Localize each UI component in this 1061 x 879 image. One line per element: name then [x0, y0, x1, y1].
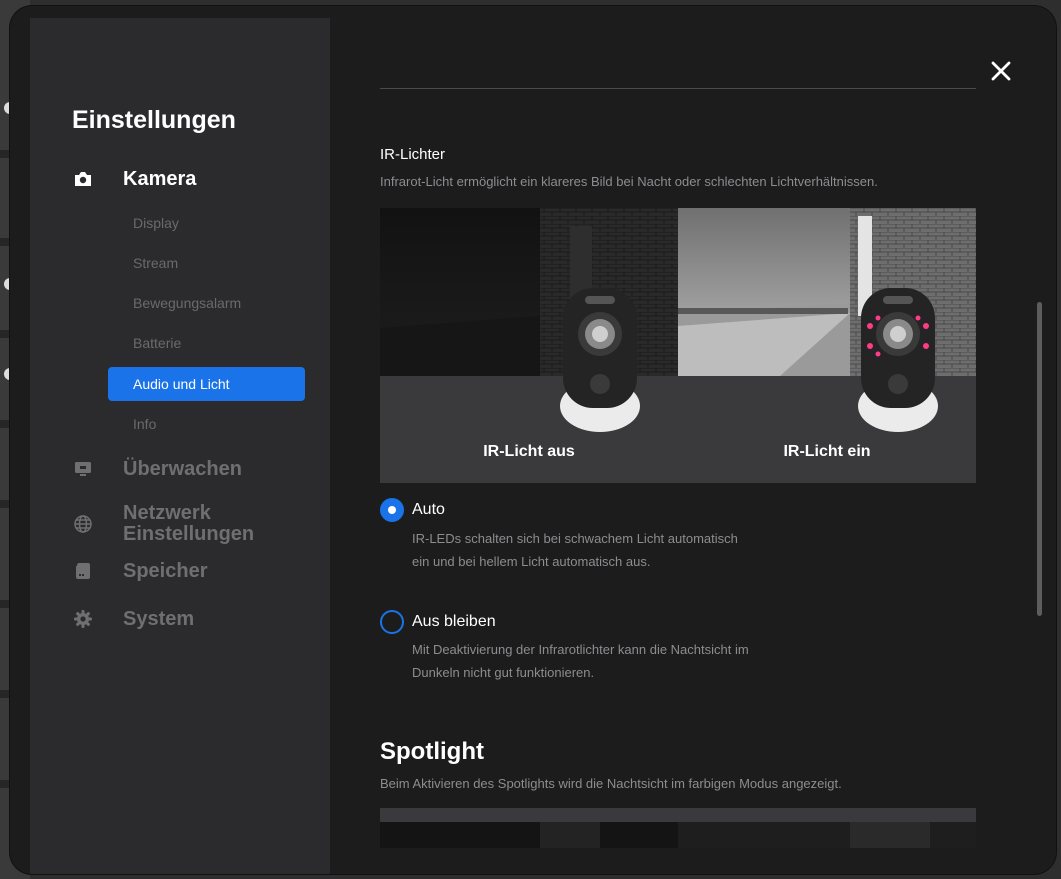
sidebar-item-storage[interactable]: Speicher: [72, 560, 207, 582]
spotlight-description: Beim Aktivieren des Spotlights wird die …: [380, 776, 842, 791]
sidebar-item-label: Netzwerk Einstellungen: [123, 502, 255, 545]
sidebar-item-info[interactable]: Info: [108, 407, 305, 441]
ir-option-off-label: Aus bleiben: [412, 613, 496, 630]
sidebar-item-display[interactable]: Display: [108, 206, 305, 240]
section-divider: [380, 88, 976, 89]
radio-unselected[interactable]: [380, 610, 404, 634]
sidebar-item-label: Überwachen: [123, 457, 242, 480]
ir-section-title: IR-Lichter: [380, 146, 446, 163]
ir-option-auto-label: Auto: [412, 501, 445, 518]
globe-icon: [72, 513, 94, 535]
ir-off-caption: IR-Licht aus: [483, 443, 575, 460]
settings-modal: Einstellungen Kamera Display Stream Bewe…: [10, 6, 1056, 874]
ir-option-auto-description: IR-LEDs schalten sich bei schwachem Lich…: [412, 531, 738, 569]
ir-section-description: Infrarot-Licht ermöglicht ein klareres B…: [380, 174, 878, 189]
ir-comparison-image: IR-Licht aus IR-Licht ein: [380, 208, 976, 483]
sidebar-item-monitoring[interactable]: Überwachen: [72, 458, 242, 480]
settings-content: IR-Lichter Infrarot-Licht ermöglicht ein…: [380, 6, 980, 874]
spotlight-preview-image: [380, 808, 976, 848]
ir-option-off-description: Mit Deaktivierung der Infrarotlichter ka…: [412, 642, 749, 680]
settings-sidebar: Einstellungen Kamera Display Stream Bewe…: [30, 18, 330, 874]
spotlight-illustration: [380, 822, 976, 848]
ir-option-auto[interactable]: Auto: [380, 498, 445, 522]
sidebar-item-stream[interactable]: Stream: [108, 246, 305, 280]
spotlight-title: Spotlight: [380, 738, 484, 765]
sidebar-item-battery[interactable]: Batterie: [108, 326, 305, 360]
sidebar-item-network[interactable]: Netzwerk Einstellungen: [72, 503, 263, 545]
ir-option-off[interactable]: Aus bleiben: [380, 610, 496, 634]
gear-icon: [72, 608, 94, 630]
sidebar-title: Einstellungen: [72, 106, 236, 134]
sidebar-item-label: System: [123, 607, 195, 630]
radio-selected[interactable]: [380, 498, 404, 522]
sidebar-item-label: Speicher: [123, 559, 208, 582]
close-button[interactable]: [986, 56, 1016, 86]
close-icon: [991, 61, 1011, 81]
sidebar-item-motion-alarm[interactable]: Bewegungsalarm: [108, 286, 305, 320]
monitor-icon: [72, 458, 94, 480]
ir-on-caption: IR-Licht ein: [783, 443, 871, 460]
scrollbar-thumb[interactable]: [1037, 302, 1042, 616]
sidebar-item-label: Kamera: [123, 167, 197, 190]
sd-card-icon: [72, 560, 94, 582]
ir-comparison-illustration: [380, 208, 976, 483]
camera-icon: [72, 168, 94, 190]
sidebar-item-camera[interactable]: Kamera: [72, 168, 196, 190]
sidebar-item-audio-light[interactable]: Audio und Licht: [108, 367, 305, 401]
sidebar-item-system[interactable]: System: [72, 608, 194, 630]
